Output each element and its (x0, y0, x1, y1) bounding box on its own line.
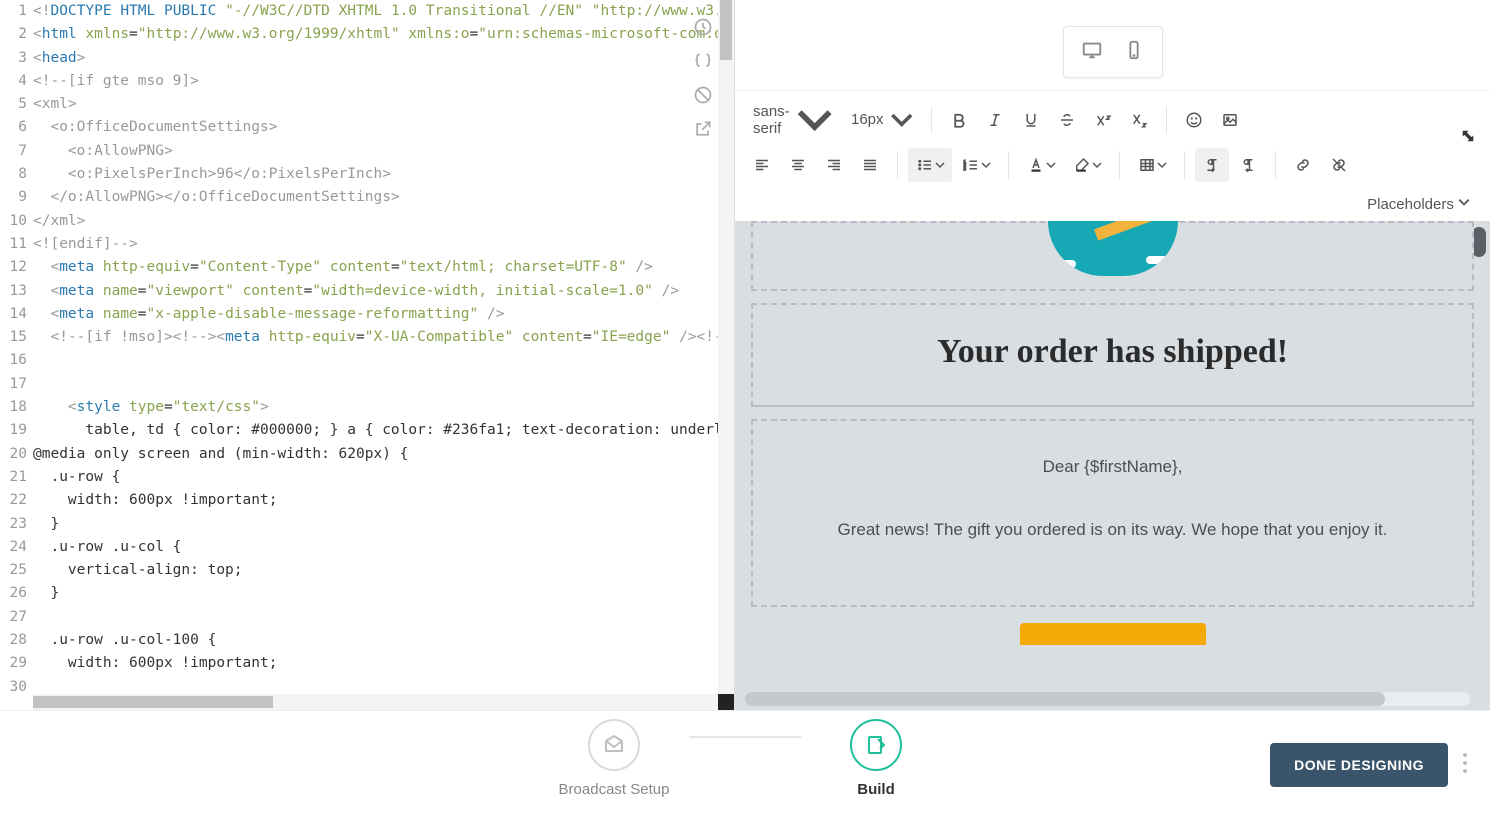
wizard-steps: Broadcast Setup Build (539, 719, 951, 798)
footer-bar: Broadcast Setup Build DONE DESIGNING (0, 710, 1490, 818)
svg-text:3: 3 (963, 167, 966, 172)
table-button[interactable] (1130, 148, 1174, 182)
editor-horizontal-scrollbar[interactable] (33, 694, 718, 710)
code-area[interactable]: <!DOCTYPE HTML PUBLIC "-//W3C//DTD XHTML… (33, 0, 734, 710)
highlight-color-button[interactable] (1065, 148, 1109, 182)
greeting-text: Dear {$firstName}, (783, 453, 1442, 482)
italic-button[interactable] (978, 103, 1012, 137)
ordered-list-button[interactable]: 123 (954, 148, 998, 182)
desktop-device-icon[interactable] (1081, 39, 1103, 66)
history-icon[interactable] (692, 16, 714, 38)
mobile-device-icon[interactable] (1123, 39, 1145, 66)
cta-button-block[interactable] (751, 619, 1474, 645)
cta-button (1020, 623, 1206, 645)
step-setup-label: Broadcast Setup (559, 781, 670, 798)
line-gutter: 1234567891011121314151617181920212223242… (0, 0, 33, 710)
braces-icon[interactable] (692, 50, 714, 72)
placeholders-dropdown[interactable]: Placeholders (735, 188, 1490, 221)
superscript-button[interactable] (1086, 103, 1120, 137)
device-switcher (1063, 26, 1163, 78)
rtl-button[interactable] (1231, 148, 1265, 182)
step-broadcast-setup[interactable]: Broadcast Setup (539, 719, 689, 798)
placeholders-label: Placeholders (1367, 196, 1454, 213)
email-preview-area[interactable]: Your order has shipped! Dear {$firstName… (735, 221, 1490, 710)
strikethrough-button[interactable] (1050, 103, 1084, 137)
align-justify-button[interactable] (853, 148, 887, 182)
external-link-icon[interactable] (692, 118, 714, 140)
editor-scroll-corner (718, 694, 734, 710)
heading-block[interactable]: Your order has shipped! (751, 303, 1474, 407)
collapse-arrows-icon[interactable] (1458, 126, 1478, 151)
underline-button[interactable] (1014, 103, 1048, 137)
code-editor-panel: 1234567891011121314151617181920212223242… (0, 0, 735, 710)
unlink-button[interactable] (1322, 148, 1356, 182)
image-button[interactable] (1213, 103, 1247, 137)
email-heading: Your order has shipped! (763, 333, 1462, 371)
align-right-button[interactable] (817, 148, 851, 182)
bold-button[interactable] (942, 103, 976, 137)
step-build-label: Build (857, 781, 895, 798)
more-options-icon[interactable] (1462, 752, 1468, 779)
body-text: Great news! The gift you ordered is on i… (783, 516, 1442, 545)
subscript-button[interactable] (1122, 103, 1156, 137)
ltr-button[interactable] (1195, 148, 1229, 182)
rich-text-toolbar: sans-serif 16px (735, 90, 1490, 188)
logo-image (1048, 221, 1178, 276)
unordered-list-button[interactable] (908, 148, 952, 182)
font-size-select[interactable]: 16px (843, 104, 921, 135)
done-designing-button[interactable]: DONE DESIGNING (1270, 743, 1448, 787)
text-color-button[interactable] (1019, 148, 1063, 182)
align-left-button[interactable] (745, 148, 779, 182)
preview-vertical-scrollbar[interactable] (1472, 227, 1486, 257)
code-editor[interactable]: 1234567891011121314151617181920212223242… (0, 0, 734, 710)
disable-icon[interactable] (692, 84, 714, 106)
step-connector (689, 736, 801, 738)
editor-vertical-scrollbar[interactable] (718, 0, 734, 694)
body-text-block[interactable]: Dear {$firstName}, Great news! The gift … (751, 419, 1474, 607)
emoji-button[interactable] (1177, 103, 1211, 137)
preview-horizontal-scrollbar[interactable] (745, 692, 1470, 706)
step-build[interactable]: Build (801, 719, 951, 798)
preview-panel: sans-serif 16px (735, 0, 1490, 710)
font-family-select[interactable]: sans-serif (745, 97, 841, 142)
link-button[interactable] (1286, 148, 1320, 182)
logo-block[interactable] (751, 221, 1474, 291)
align-center-button[interactable] (781, 148, 815, 182)
